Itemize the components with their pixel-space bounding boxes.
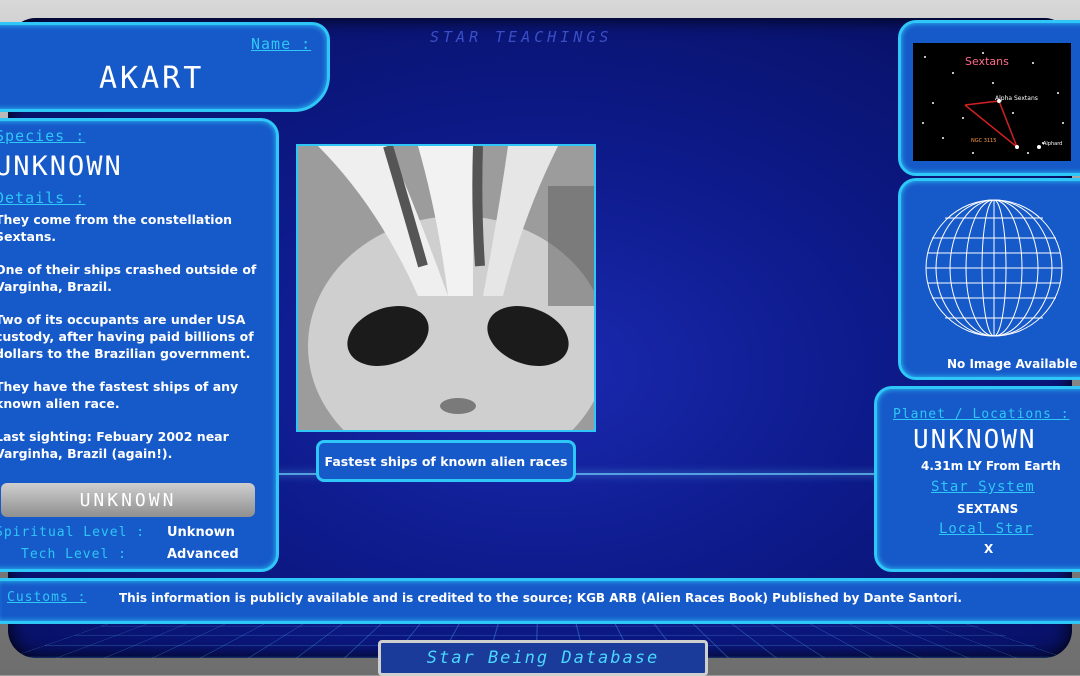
- planet-distance: 4.31m LY From Earth: [921, 459, 1061, 473]
- tech-level-label: Tech Level :: [21, 547, 127, 562]
- alien-photo: [296, 144, 596, 432]
- status-bar: UNKNOWN: [1, 483, 255, 517]
- globe-panel: No Image Available: [898, 178, 1080, 380]
- name-label: Name :: [251, 35, 312, 53]
- detail-paragraph: One of their ships crashed outside of Va…: [0, 262, 257, 294]
- globe-caption: No Image Available: [947, 357, 1078, 371]
- detail-paragraph: Two of its occupants are under USA custo…: [0, 312, 254, 361]
- detail-paragraph: They have the fastest ships of any known…: [0, 379, 239, 411]
- local-star-value: X: [984, 542, 994, 556]
- footer-title: Star Being Database: [378, 640, 708, 676]
- customs-panel: Customs : This information is publicly a…: [0, 578, 1080, 624]
- globe-icon: [925, 199, 1063, 337]
- customs-value: This information is publicly available a…: [119, 591, 962, 605]
- status-bar-value: UNKNOWN: [79, 489, 177, 511]
- details-text: They come from the constellation Sextans…: [0, 211, 267, 478]
- name-panel: Name : AKART: [0, 22, 330, 112]
- alien-face-image: [298, 146, 594, 430]
- constellation-panel: Sextans Alpha Sextans NGC 3115 Alphard: [898, 20, 1080, 176]
- star-label-alpha: Alpha Sextans: [995, 95, 1038, 102]
- star-system-value: SEXTANS: [957, 502, 1019, 516]
- detail-paragraph: Last sighting: Febuary 2002 near Varginh…: [0, 429, 229, 461]
- tech-level-value: Advanced: [167, 547, 239, 562]
- photo-caption: Fastest ships of known alien races: [316, 440, 576, 482]
- planet-panel: Planet / Locations : UNKNOWN 4.31m LY Fr…: [874, 386, 1080, 572]
- spiritual-level-value: Unknown: [167, 525, 235, 540]
- star-label-alphard: Alphard: [1043, 141, 1063, 147]
- details-label: Details :: [0, 189, 86, 207]
- planet-label: Planet / Locations :: [893, 407, 1070, 422]
- constellation-map: Sextans Alpha Sextans NGC 3115 Alphard: [913, 43, 1071, 161]
- customs-label: Customs :: [7, 590, 87, 605]
- species-value: UNKNOWN: [0, 151, 123, 182]
- page-title: STAR TEACHINGS: [430, 28, 613, 46]
- detail-paragraph: They come from the constellation Sextans…: [0, 212, 233, 244]
- name-value: AKART: [99, 61, 205, 96]
- star-system-label: Star System: [931, 479, 1035, 495]
- spiritual-level-label: Spiritual Level :: [0, 525, 146, 540]
- details-panel: Species : UNKNOWN Details : They come fr…: [0, 118, 279, 572]
- local-star-label: Local Star: [939, 521, 1034, 537]
- planet-value: UNKNOWN: [913, 425, 1037, 455]
- star-label-ngc: NGC 3115: [971, 138, 997, 144]
- constellation-name: Sextans: [965, 55, 1009, 68]
- species-label: Species :: [0, 127, 86, 145]
